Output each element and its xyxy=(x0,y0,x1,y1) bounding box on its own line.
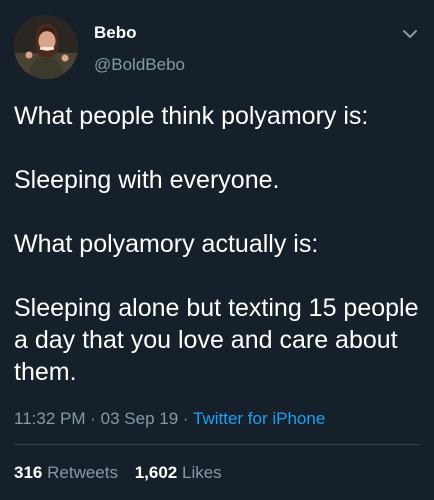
tweet-text: What people think polyamory is: Sleeping… xyxy=(14,100,420,388)
tweet-paragraph: What polyamory actually is: xyxy=(14,230,319,258)
tweet-time[interactable]: 11:32 PM xyxy=(14,409,86,428)
divider xyxy=(14,444,420,445)
tweet-stats: 316 Retweets 1,602 Likes xyxy=(14,463,222,483)
chevron-down-icon[interactable] xyxy=(402,27,418,39)
avatar[interactable] xyxy=(14,15,78,79)
retweets-count: 316 xyxy=(14,463,43,482)
author-handle[interactable]: @BoldBebo xyxy=(94,55,185,75)
avatar-image xyxy=(14,15,78,79)
tweet-source-link[interactable]: Twitter for iPhone xyxy=(193,409,325,428)
tweet-date[interactable]: 03 Sep 19 xyxy=(101,409,179,428)
likes-label: Likes xyxy=(182,463,222,482)
retweets-stat[interactable]: 316 Retweets xyxy=(14,463,118,483)
retweets-label: Retweets xyxy=(47,463,118,482)
tweet-paragraph: What people think polyamory is: xyxy=(14,102,369,130)
meta-separator: · xyxy=(90,409,96,428)
likes-stat[interactable]: 1,602 Likes xyxy=(135,463,222,483)
tweet-meta: 11:32 PM · 03 Sep 19 · Twitter for iPhon… xyxy=(14,409,325,429)
author-name[interactable]: Bebo xyxy=(94,23,137,43)
tweet-paragraph: Sleeping with everyone. xyxy=(14,166,280,194)
meta-separator: · xyxy=(182,409,189,428)
likes-count: 1,602 xyxy=(134,463,178,482)
tweet-paragraph: Sleeping alone but texting 15 people a d… xyxy=(14,294,419,386)
